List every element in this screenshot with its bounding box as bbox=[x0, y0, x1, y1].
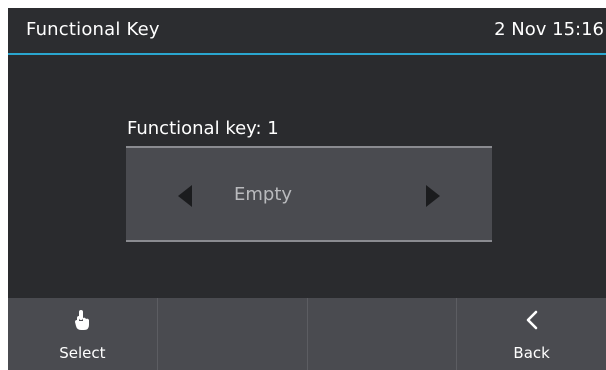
arrow-left-icon[interactable] bbox=[178, 185, 192, 207]
select-softkey[interactable]: Select bbox=[8, 298, 158, 370]
empty-softkey-2[interactable] bbox=[158, 298, 308, 370]
empty-softkey-3[interactable] bbox=[308, 298, 458, 370]
select-label: Select bbox=[59, 344, 106, 362]
selector-value: Empty bbox=[234, 184, 293, 205]
chevron-left-icon bbox=[457, 308, 606, 332]
page-title: Functional Key bbox=[26, 19, 160, 40]
date-time: 2 Nov 15:16 bbox=[494, 19, 604, 40]
softkey-bar: Select Back bbox=[8, 298, 606, 370]
back-softkey[interactable]: Back bbox=[457, 298, 606, 370]
title-bar: Functional Key 2 Nov 15:16 bbox=[8, 8, 606, 55]
phone-screen: Functional Key 2 Nov 15:16 Functional ke… bbox=[8, 8, 606, 370]
functional-key-label: Functional key: 1 bbox=[127, 118, 279, 139]
arrow-right-icon[interactable] bbox=[426, 185, 440, 207]
tap-hand-icon bbox=[8, 308, 157, 332]
back-label: Back bbox=[513, 344, 550, 362]
key-type-selector[interactable]: Empty bbox=[126, 146, 492, 242]
